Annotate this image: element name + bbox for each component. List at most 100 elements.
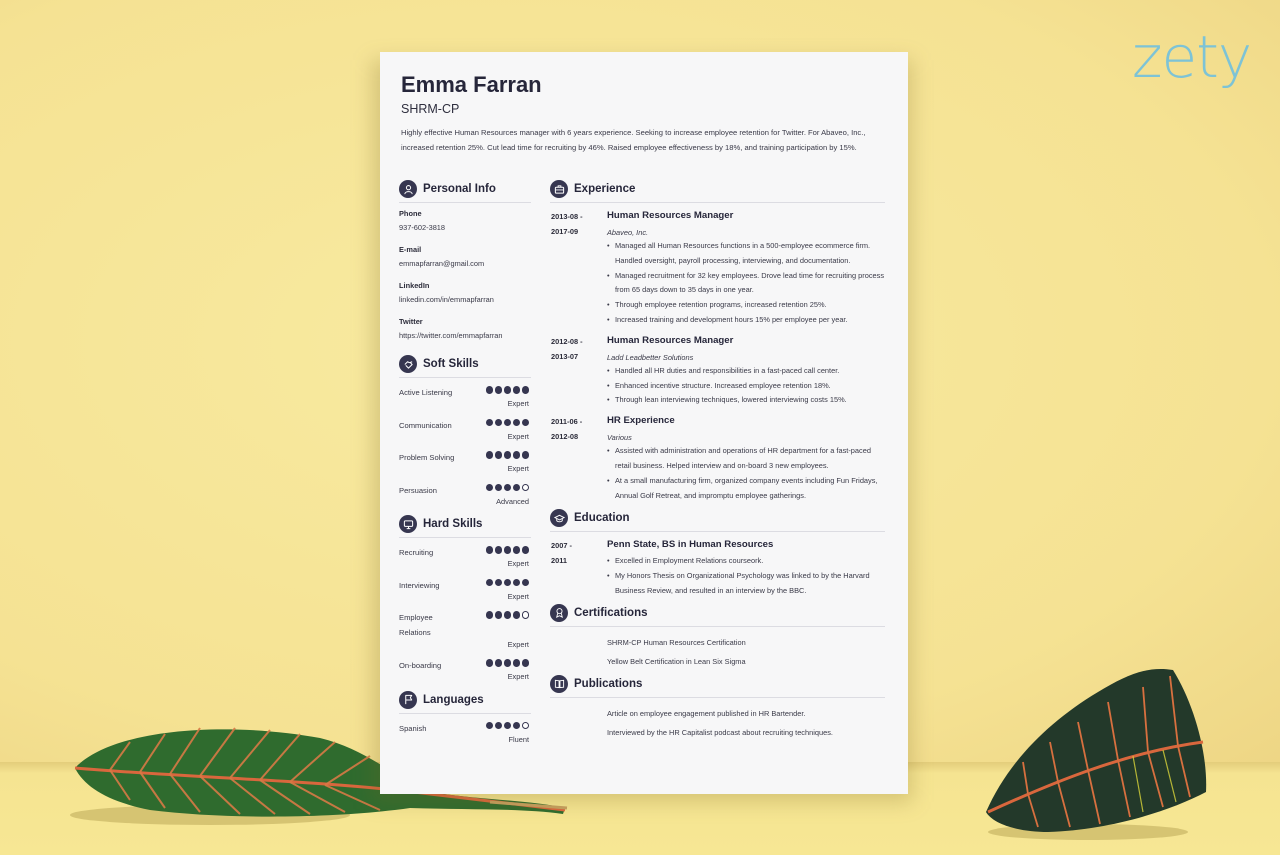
skill-level: Fluent (508, 734, 529, 744)
rating-dot-filled (512, 578, 520, 586)
book-icon (550, 674, 568, 693)
skill-name: Problem Solving (399, 453, 455, 462)
skill-name: Recruiting (399, 548, 434, 557)
experience-entry: 2013-08 - 2017-09 Human Resources Manager… (550, 209, 885, 328)
entry-title: Human Resources Manager (607, 210, 734, 221)
skill-rating (485, 721, 529, 729)
flag-icon (399, 690, 417, 709)
rating-dot-filled (512, 418, 520, 426)
entry-org: Abaveo, Inc. (607, 228, 649, 237)
entry-title: HR Experience (607, 415, 675, 427)
skill-name: Persuasion (399, 485, 437, 495)
rating-dot-filled (521, 451, 529, 459)
skill-level: Expert (507, 672, 529, 681)
skill-name: On-boarding (399, 661, 442, 670)
section-header-soft-skills: Soft Skills (399, 354, 531, 378)
skill-name: Employee Relations (399, 613, 433, 637)
entry-title: Penn State, BS in Human Resources (607, 539, 774, 551)
date-end: 2012-08 (551, 432, 579, 442)
skill-level: Expert (507, 591, 529, 601)
experience-entry: 2012-08 - 2013-07 Human Resources Manager… (550, 334, 885, 408)
date-end: 2011 (551, 556, 568, 566)
languages-list: Spanish Fluent (399, 720, 531, 753)
section-title: Education (574, 512, 630, 525)
skill-rating (485, 546, 529, 554)
email-label: E-mail (399, 245, 422, 254)
rating-dot-filled (503, 578, 511, 586)
date-start: 2013-08 - (551, 212, 583, 221)
skill-rating (485, 611, 529, 619)
date-start: 2007 - (551, 541, 572, 551)
date-start: 2011-06 - (551, 417, 583, 427)
skill-rating (485, 659, 529, 667)
rating-dot-filled (512, 721, 520, 729)
section-title: Publications (574, 677, 643, 690)
rating-dot-filled (494, 418, 502, 426)
skill-item: Recruiting Expert (399, 544, 531, 577)
certification-item: Yellow Belt Certification in Lean Six Si… (607, 657, 746, 667)
twitter-value[interactable]: https://twitter.com/emmapfarran (399, 329, 531, 350)
rating-dot-filled (485, 578, 493, 586)
bullet: At a small manufacturing firm, organized… (607, 474, 885, 504)
phone-label: Phone (399, 209, 422, 218)
bullet: Increased training and development hours… (607, 313, 885, 328)
entry-bullets: Assisted with administration and operati… (607, 444, 885, 503)
rating-dot-filled (503, 721, 511, 729)
resume-name: Emma Farran (401, 72, 542, 97)
entry-date: 2012-08 - 2013-07 (551, 334, 601, 364)
publication-item: Article on employee engagement published… (607, 708, 806, 718)
rating-dot-filled (485, 483, 493, 491)
handshake-icon (399, 355, 417, 373)
skill-item: Spanish Fluent (399, 720, 531, 753)
certification-item: SHRM-CP Human Resources Certification (607, 637, 746, 647)
brand-logo[interactable]: zety (1132, 28, 1252, 86)
section-header-certifications: Certifications (550, 603, 885, 627)
rating-dot-filled (512, 483, 520, 491)
bullet: Through employee retention programs, inc… (607, 298, 885, 313)
rating-dot-filled (494, 578, 502, 586)
rating-dot-filled (485, 659, 493, 667)
personal-info-list: Phone 937-602-3818 E-mail emmapfarran@gm… (399, 209, 531, 350)
skill-name: Spanish (399, 723, 427, 733)
award-icon (550, 603, 568, 622)
rating-dot-filled (512, 451, 520, 459)
entry-date: 2011-06 - 2012-08 (551, 414, 601, 444)
skill-item: Active Listening Expert (399, 384, 531, 417)
skill-rating (485, 578, 529, 586)
entry-bullets: Managed all Human Resources functions in… (607, 239, 885, 328)
rating-dot-filled (521, 386, 529, 394)
skill-level: Expert (507, 431, 529, 441)
rating-dot-filled (512, 659, 520, 667)
rating-dot-filled (494, 386, 502, 394)
rating-dot-filled (512, 611, 520, 619)
section-title: Languages (423, 693, 484, 706)
section-header-languages: Languages (399, 690, 531, 714)
rating-dot-filled (503, 611, 511, 619)
experience-entry: 2011-06 - 2012-08 HR Experience Various A… (550, 414, 885, 503)
graduation-cap-icon (550, 509, 568, 528)
skill-item: Communication Expert (399, 417, 531, 450)
phone-value: 937-602-3818 (399, 223, 446, 232)
twitter-label: Twitter (399, 317, 423, 326)
date-end: 2017-09 (551, 227, 579, 236)
rating-dot-filled (503, 659, 511, 667)
bullet: Enhanced incentive structure. Increased … (607, 379, 885, 394)
bullet: Excelled in Employment Relations courseo… (607, 554, 885, 569)
briefcase-icon (550, 180, 568, 198)
skill-level: Expert (507, 559, 529, 568)
skill-level: Expert (507, 640, 529, 649)
section-title: Certifications (574, 606, 648, 619)
entry-date: 2007 - 2011 (551, 538, 601, 568)
section-title: Personal Info (423, 183, 496, 195)
rating-dot-empty (521, 611, 529, 619)
publication-item: Interviewed by the HR Capitalist podcast… (607, 728, 833, 738)
email-value[interactable]: emmapfarran@gmail.com (399, 257, 531, 278)
rating-dot-filled (485, 611, 493, 619)
rating-dot-filled (485, 451, 493, 459)
skill-rating (485, 386, 529, 394)
rating-dot-filled (494, 721, 502, 729)
rating-dot-empty (521, 721, 529, 729)
linkedin-value[interactable]: linkedin.com/in/emmapfarran (399, 293, 531, 314)
rating-dot-filled (485, 721, 493, 729)
entry-org: Ladd Leadbetter Solutions (607, 352, 694, 362)
